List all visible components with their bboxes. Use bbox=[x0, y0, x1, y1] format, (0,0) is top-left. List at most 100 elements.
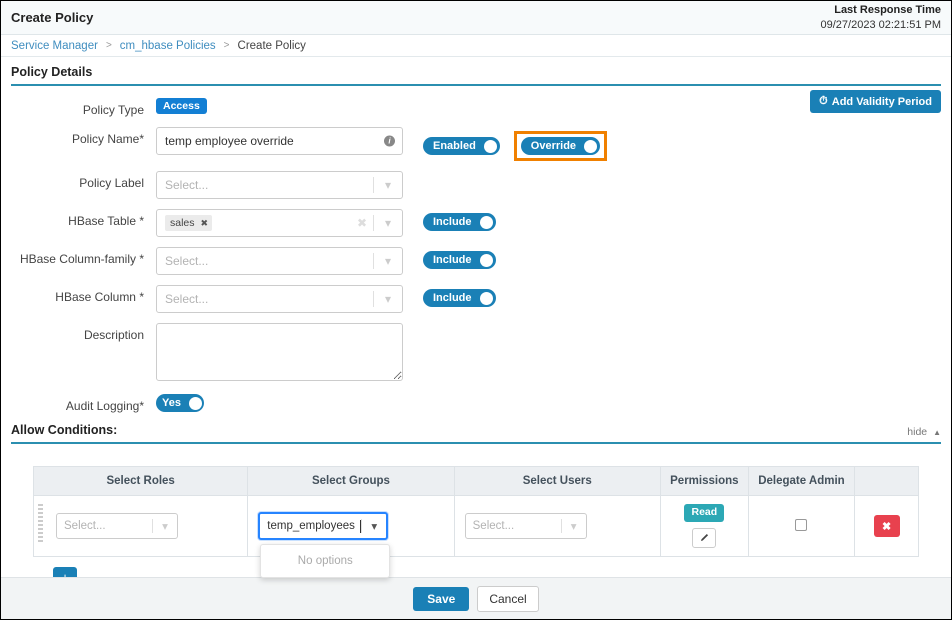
field-row-hbase-column-family: HBase Column-family * Select... ▾ Includ… bbox=[1, 247, 951, 275]
chevron-down-icon[interactable]: ▾ bbox=[153, 519, 177, 533]
policy-details-heading-label: Policy Details bbox=[11, 65, 92, 79]
select-groups-value: temp_employees bbox=[267, 520, 359, 532]
toggle-knob bbox=[584, 140, 597, 153]
toggle-knob bbox=[480, 254, 493, 267]
select-users-dropdown[interactable]: Select... ▾ bbox=[465, 513, 587, 539]
toggle-knob bbox=[480, 216, 493, 229]
cell-select-roles: Select... ▾ bbox=[34, 496, 248, 557]
last-response-time-value: 09/27/2023 02:21:51 PM bbox=[821, 18, 941, 33]
hbase-column-select[interactable]: Select... ▾ bbox=[156, 285, 403, 313]
policy-type-label: Policy Type bbox=[1, 98, 156, 117]
hbase-table-include-toggle[interactable]: Include bbox=[423, 213, 496, 231]
column-header-delegate-admin: Delegate Admin bbox=[748, 467, 854, 496]
delegate-admin-checkbox[interactable] bbox=[795, 519, 807, 531]
hbase-table-chips: sales ✖ bbox=[165, 215, 357, 231]
add-validity-period-button[interactable]: ⏱ Add Validity Period bbox=[810, 90, 941, 113]
hbase-column-family-select[interactable]: Select... ▾ bbox=[156, 247, 403, 275]
enabled-toggle-label: Enabled bbox=[433, 140, 476, 152]
cell-delegate-admin bbox=[748, 496, 854, 557]
allow-conditions-table-wrap: Select Roles Select Groups Select Users … bbox=[33, 466, 919, 587]
policy-label-label: Policy Label bbox=[1, 171, 156, 190]
chevron-down-icon[interactable]: ▾ bbox=[362, 519, 386, 533]
include-toggle-label: Include bbox=[433, 254, 472, 266]
drag-handle-icon[interactable] bbox=[38, 504, 43, 544]
hbase-column-family-label: HBase Column-family * bbox=[1, 247, 156, 266]
field-row-policy-label: Policy Label Select... ▾ bbox=[1, 171, 951, 199]
field-row-audit-logging: Audit Logging* Yes bbox=[1, 394, 951, 413]
table-row: Select... ▾ temp_employees ▾ No options bbox=[34, 496, 919, 557]
clock-icon: ⏱ bbox=[819, 95, 828, 108]
policy-details-heading: Policy Details bbox=[11, 65, 941, 86]
chevron-down-icon[interactable]: ▾ bbox=[562, 519, 586, 533]
enabled-toggle[interactable]: Enabled bbox=[423, 137, 500, 155]
field-row-description: Description bbox=[1, 323, 951, 384]
hbase-table-select[interactable]: sales ✖ ✖ ▾ bbox=[156, 209, 403, 237]
info-icon[interactable]: i bbox=[384, 136, 395, 147]
policy-label-placeholder: Select... bbox=[165, 178, 373, 192]
cell-select-groups: temp_employees ▾ No options bbox=[248, 496, 454, 557]
select-groups-menu: No options bbox=[260, 544, 390, 578]
allow-conditions-heading: Allow Conditions: hide ▲ bbox=[11, 423, 941, 444]
allow-conditions-table: Select Roles Select Groups Select Users … bbox=[33, 466, 919, 557]
include-toggle-label: Include bbox=[433, 292, 472, 304]
select-roles-dropdown[interactable]: Select... ▾ bbox=[56, 513, 178, 539]
policy-details-form: ⏱ Add Validity Period Policy Type Access… bbox=[1, 86, 951, 413]
field-row-policy-name: Policy Name* temp employee override i En… bbox=[1, 127, 951, 161]
hbase-column-label: HBase Column * bbox=[1, 285, 156, 304]
chevron-down-icon[interactable]: ▾ bbox=[374, 178, 402, 192]
select-users-placeholder: Select... bbox=[473, 520, 561, 532]
include-toggle-label: Include bbox=[433, 216, 472, 228]
override-toggle[interactable]: Override bbox=[521, 137, 600, 155]
hbase-column-placeholder: Select... bbox=[165, 292, 373, 306]
save-button[interactable]: Save bbox=[413, 587, 469, 611]
description-textarea[interactable] bbox=[156, 323, 403, 381]
override-toggle-label: Override bbox=[531, 140, 576, 152]
column-header-actions bbox=[855, 467, 919, 496]
policy-name-input[interactable]: temp employee override i bbox=[156, 127, 403, 155]
hbase-table-label: HBase Table * bbox=[1, 209, 156, 228]
breadcrumb-item-service-manager[interactable]: Service Manager bbox=[11, 40, 98, 52]
chevron-down-icon[interactable]: ▾ bbox=[374, 216, 402, 230]
breadcrumb: Service Manager > cm_hbase Policies > Cr… bbox=[1, 35, 951, 57]
audit-logging-toggle[interactable]: Yes bbox=[156, 394, 204, 412]
add-validity-period-label: Add Validity Period bbox=[832, 96, 932, 108]
chip-remove-icon[interactable]: ✖ bbox=[201, 218, 209, 229]
breadcrumb-separator: > bbox=[224, 40, 230, 51]
cell-permissions: Read bbox=[660, 496, 748, 557]
hide-toggle-link[interactable]: hide ▲ bbox=[907, 426, 941, 438]
allow-conditions-heading-label: Allow Conditions: bbox=[11, 423, 117, 437]
breadcrumb-item-create-policy: Create Policy bbox=[238, 40, 306, 52]
cell-select-users: Select... ▾ bbox=[454, 496, 660, 557]
audit-logging-label: Audit Logging* bbox=[1, 394, 156, 413]
chevron-down-icon[interactable]: ▾ bbox=[374, 254, 402, 268]
page-title: Create Policy bbox=[11, 10, 93, 25]
cancel-button[interactable]: Cancel bbox=[477, 586, 538, 612]
hbase-column-include-toggle[interactable]: Include bbox=[423, 289, 496, 307]
table-header-row: Select Roles Select Groups Select Users … bbox=[34, 467, 919, 496]
field-row-hbase-table: HBase Table * sales ✖ ✖ ▾ Include bbox=[1, 209, 951, 237]
chevron-up-icon: ▲ bbox=[933, 428, 941, 437]
clear-all-icon[interactable]: ✖ bbox=[357, 216, 373, 230]
permission-badge-read: Read bbox=[684, 504, 724, 522]
select-groups-menu-message: No options bbox=[298, 555, 353, 567]
policy-label-select[interactable]: Select... ▾ bbox=[156, 171, 403, 199]
hide-label: hide bbox=[907, 426, 927, 438]
audit-logging-toggle-label: Yes bbox=[162, 397, 181, 409]
create-policy-page: Create Policy Last Response Time 09/27/2… bbox=[1, 1, 951, 619]
delete-row-button[interactable]: ✖ bbox=[874, 515, 900, 537]
chevron-down-icon[interactable]: ▾ bbox=[374, 292, 402, 306]
column-header-permissions: Permissions bbox=[660, 467, 748, 496]
breadcrumb-item-cm-hbase-policies[interactable]: cm_hbase Policies bbox=[120, 40, 216, 52]
chip-label: sales bbox=[170, 217, 195, 229]
select-groups-dropdown[interactable]: temp_employees ▾ No options bbox=[258, 512, 388, 540]
form-footer: Save Cancel bbox=[1, 577, 951, 619]
hbase-column-family-placeholder: Select... bbox=[165, 254, 373, 268]
hbase-column-family-include-toggle[interactable]: Include bbox=[423, 251, 496, 269]
window-header: Create Policy Last Response Time 09/27/2… bbox=[1, 1, 951, 35]
column-header-select-users: Select Users bbox=[454, 467, 660, 496]
chip-sales[interactable]: sales ✖ bbox=[165, 215, 212, 231]
toggle-knob bbox=[480, 292, 493, 305]
toggle-knob bbox=[484, 140, 497, 153]
select-roles-placeholder: Select... bbox=[64, 520, 152, 532]
pencil-icon[interactable] bbox=[692, 528, 716, 548]
